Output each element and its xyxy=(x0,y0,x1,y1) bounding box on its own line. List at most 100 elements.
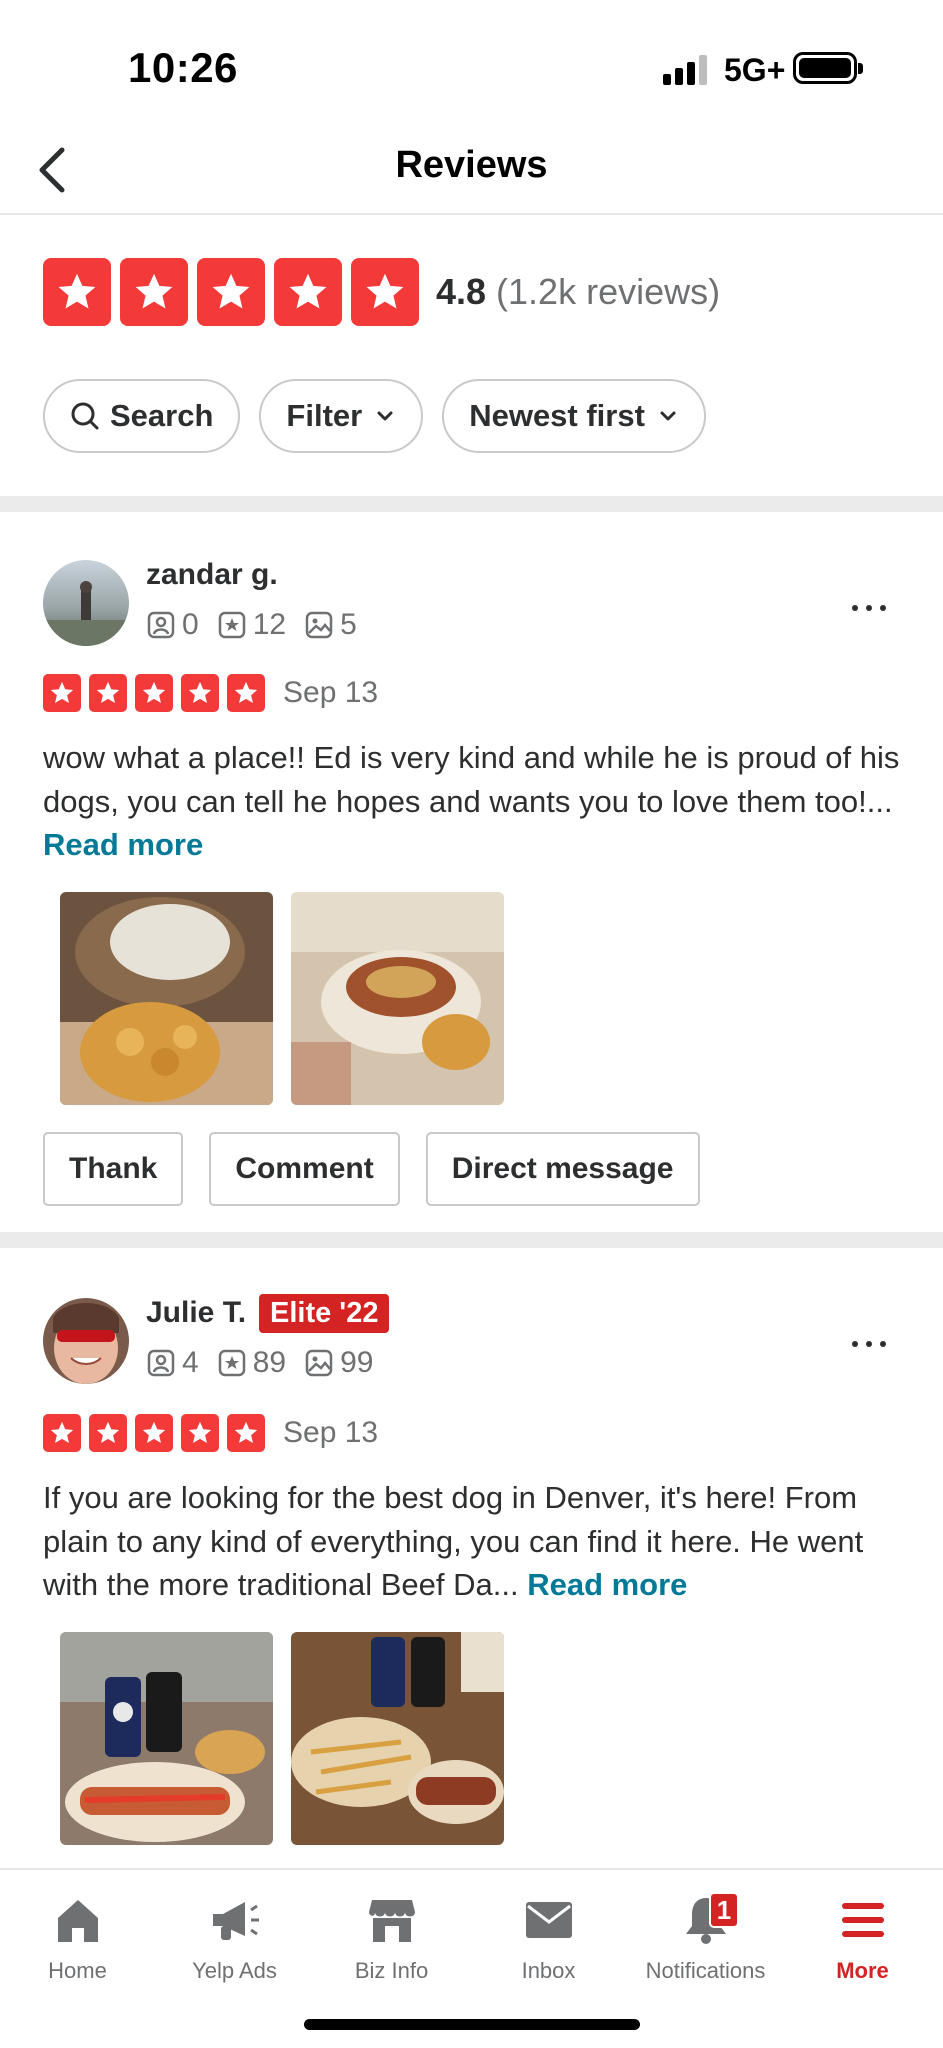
tab-more[interactable]: More xyxy=(784,1890,941,1984)
friends-count: 4 xyxy=(182,1346,199,1379)
comment-button[interactable]: Comment xyxy=(209,1132,400,1206)
star-icon xyxy=(120,258,188,326)
star-icon xyxy=(197,258,265,326)
reviews-stat: 89 xyxy=(217,1346,286,1380)
notification-badge: 1 xyxy=(709,1892,739,1928)
section-divider xyxy=(0,1232,943,1248)
review-controls: Search Filter Newest first xyxy=(43,379,706,453)
review-photo[interactable] xyxy=(60,892,273,1105)
star-icon xyxy=(43,674,81,712)
review-photo[interactable] xyxy=(291,1632,504,1845)
star-icon xyxy=(274,258,342,326)
star-rating xyxy=(43,674,273,712)
tab-label: Home xyxy=(48,1958,107,1983)
review-card: zandar g. 0 12 5 Sep 13 wow what a place… xyxy=(0,512,943,1232)
friends-stat: 0 xyxy=(146,608,199,642)
mail-icon xyxy=(525,1902,572,1938)
tab-label: Biz Info xyxy=(354,1958,429,1983)
review-date: Sep 13 xyxy=(283,1416,379,1449)
home-icon xyxy=(57,1900,98,1942)
star-icon xyxy=(43,258,111,326)
photos-stat: 99 xyxy=(304,1346,373,1380)
photos-count: 99 xyxy=(340,1346,374,1379)
review-rating: Sep 13 xyxy=(43,674,378,712)
tab-biz-info[interactable]: Biz Info xyxy=(313,1890,470,1984)
star-icon xyxy=(135,674,173,712)
photos-stat: 5 xyxy=(304,608,357,642)
review-card: Julie T. Elite '22 4 89 99 Sep 13 If you… xyxy=(0,1248,943,1868)
review-body: If you are looking for the best dog in D… xyxy=(43,1480,864,1602)
reviewer-name[interactable]: Julie T. xyxy=(146,1296,246,1330)
rating-value: 4.8 xyxy=(436,271,487,312)
avatar[interactable] xyxy=(43,560,129,646)
megaphone-icon xyxy=(212,1902,259,1940)
reviewer-name[interactable]: zandar g. xyxy=(146,558,278,592)
read-more-link[interactable]: Read more xyxy=(527,1567,687,1602)
review-photo[interactable] xyxy=(291,892,504,1105)
star-rating xyxy=(43,258,428,326)
signal-icon xyxy=(663,55,711,85)
filter-label: Filter xyxy=(286,398,363,433)
reviews-count: 12 xyxy=(252,608,287,641)
page-title: Reviews xyxy=(395,144,548,186)
direct-message-button[interactable]: Direct message xyxy=(425,1132,700,1206)
friends-icon xyxy=(147,611,175,639)
battery-icon xyxy=(793,52,863,84)
friends-icon xyxy=(147,1349,175,1377)
star-icon xyxy=(351,258,419,326)
tab-label: Yelp Ads xyxy=(192,1958,277,1983)
nav-bar: Reviews xyxy=(0,130,943,215)
rating-summary: 4.8 (1.2k reviews) xyxy=(43,258,720,326)
review-star-icon xyxy=(218,1349,245,1377)
review-actions: Thank Comment Direct message xyxy=(43,1132,700,1206)
more-options-button[interactable] xyxy=(839,1324,899,1364)
status-time: 10:26 xyxy=(128,44,238,91)
review-text: If you are looking for the best dog in D… xyxy=(43,1476,903,1607)
search-button[interactable]: Search xyxy=(43,379,241,453)
filter-button[interactable]: Filter xyxy=(259,379,424,453)
sort-label: Newest first xyxy=(469,398,645,433)
star-icon xyxy=(227,1414,265,1452)
storefront-icon xyxy=(368,1900,415,1942)
status-bar: 10:26 5G+ xyxy=(0,0,943,130)
elite-badge: Elite '22 xyxy=(259,1294,390,1333)
review-count: (1.2k reviews) xyxy=(496,271,721,312)
tab-label: More xyxy=(836,1958,889,1983)
star-icon xyxy=(181,674,219,712)
star-icon xyxy=(181,1414,219,1452)
thank-button[interactable]: Thank xyxy=(43,1132,184,1206)
tab-inbox[interactable]: Inbox xyxy=(470,1890,627,1984)
tab-home[interactable]: Home xyxy=(0,1890,156,1984)
friends-count: 0 xyxy=(182,608,199,641)
friends-stat: 4 xyxy=(146,1346,199,1380)
review-photos xyxy=(60,892,504,1105)
star-rating xyxy=(43,1414,273,1452)
chevron-down-icon xyxy=(660,411,676,421)
star-icon xyxy=(43,1414,81,1452)
star-icon xyxy=(89,674,127,712)
search-label: Search xyxy=(110,398,214,433)
chevron-down-icon xyxy=(377,411,393,421)
avatar[interactable] xyxy=(43,1298,129,1384)
sort-button[interactable]: Newest first xyxy=(442,379,706,453)
read-more-link[interactable]: Read more xyxy=(43,827,203,862)
review-photo[interactable] xyxy=(60,1632,273,1845)
search-icon xyxy=(71,402,99,430)
tab-label: Inbox xyxy=(521,1958,576,1983)
star-icon xyxy=(135,1414,173,1452)
photos-count: 5 xyxy=(340,608,357,641)
home-indicator xyxy=(304,2019,640,2030)
photo-icon xyxy=(305,1349,333,1377)
reviews-count: 89 xyxy=(252,1346,287,1379)
tab-yelp-ads[interactable]: Yelp Ads xyxy=(156,1890,313,1984)
reviewer-stats: 0 12 5 xyxy=(146,608,375,642)
network-label: 5G+ xyxy=(724,52,786,88)
review-body: wow what a place!! Ed is very kind and w… xyxy=(43,740,900,819)
review-date: Sep 13 xyxy=(283,676,379,709)
more-options-button[interactable] xyxy=(839,588,899,628)
tab-notifications[interactable]: 1 Notifications xyxy=(627,1890,784,1984)
photo-icon xyxy=(305,611,333,639)
review-photos xyxy=(60,1632,504,1845)
reviewer-stats: 4 89 99 xyxy=(146,1346,391,1380)
section-divider xyxy=(0,496,943,512)
